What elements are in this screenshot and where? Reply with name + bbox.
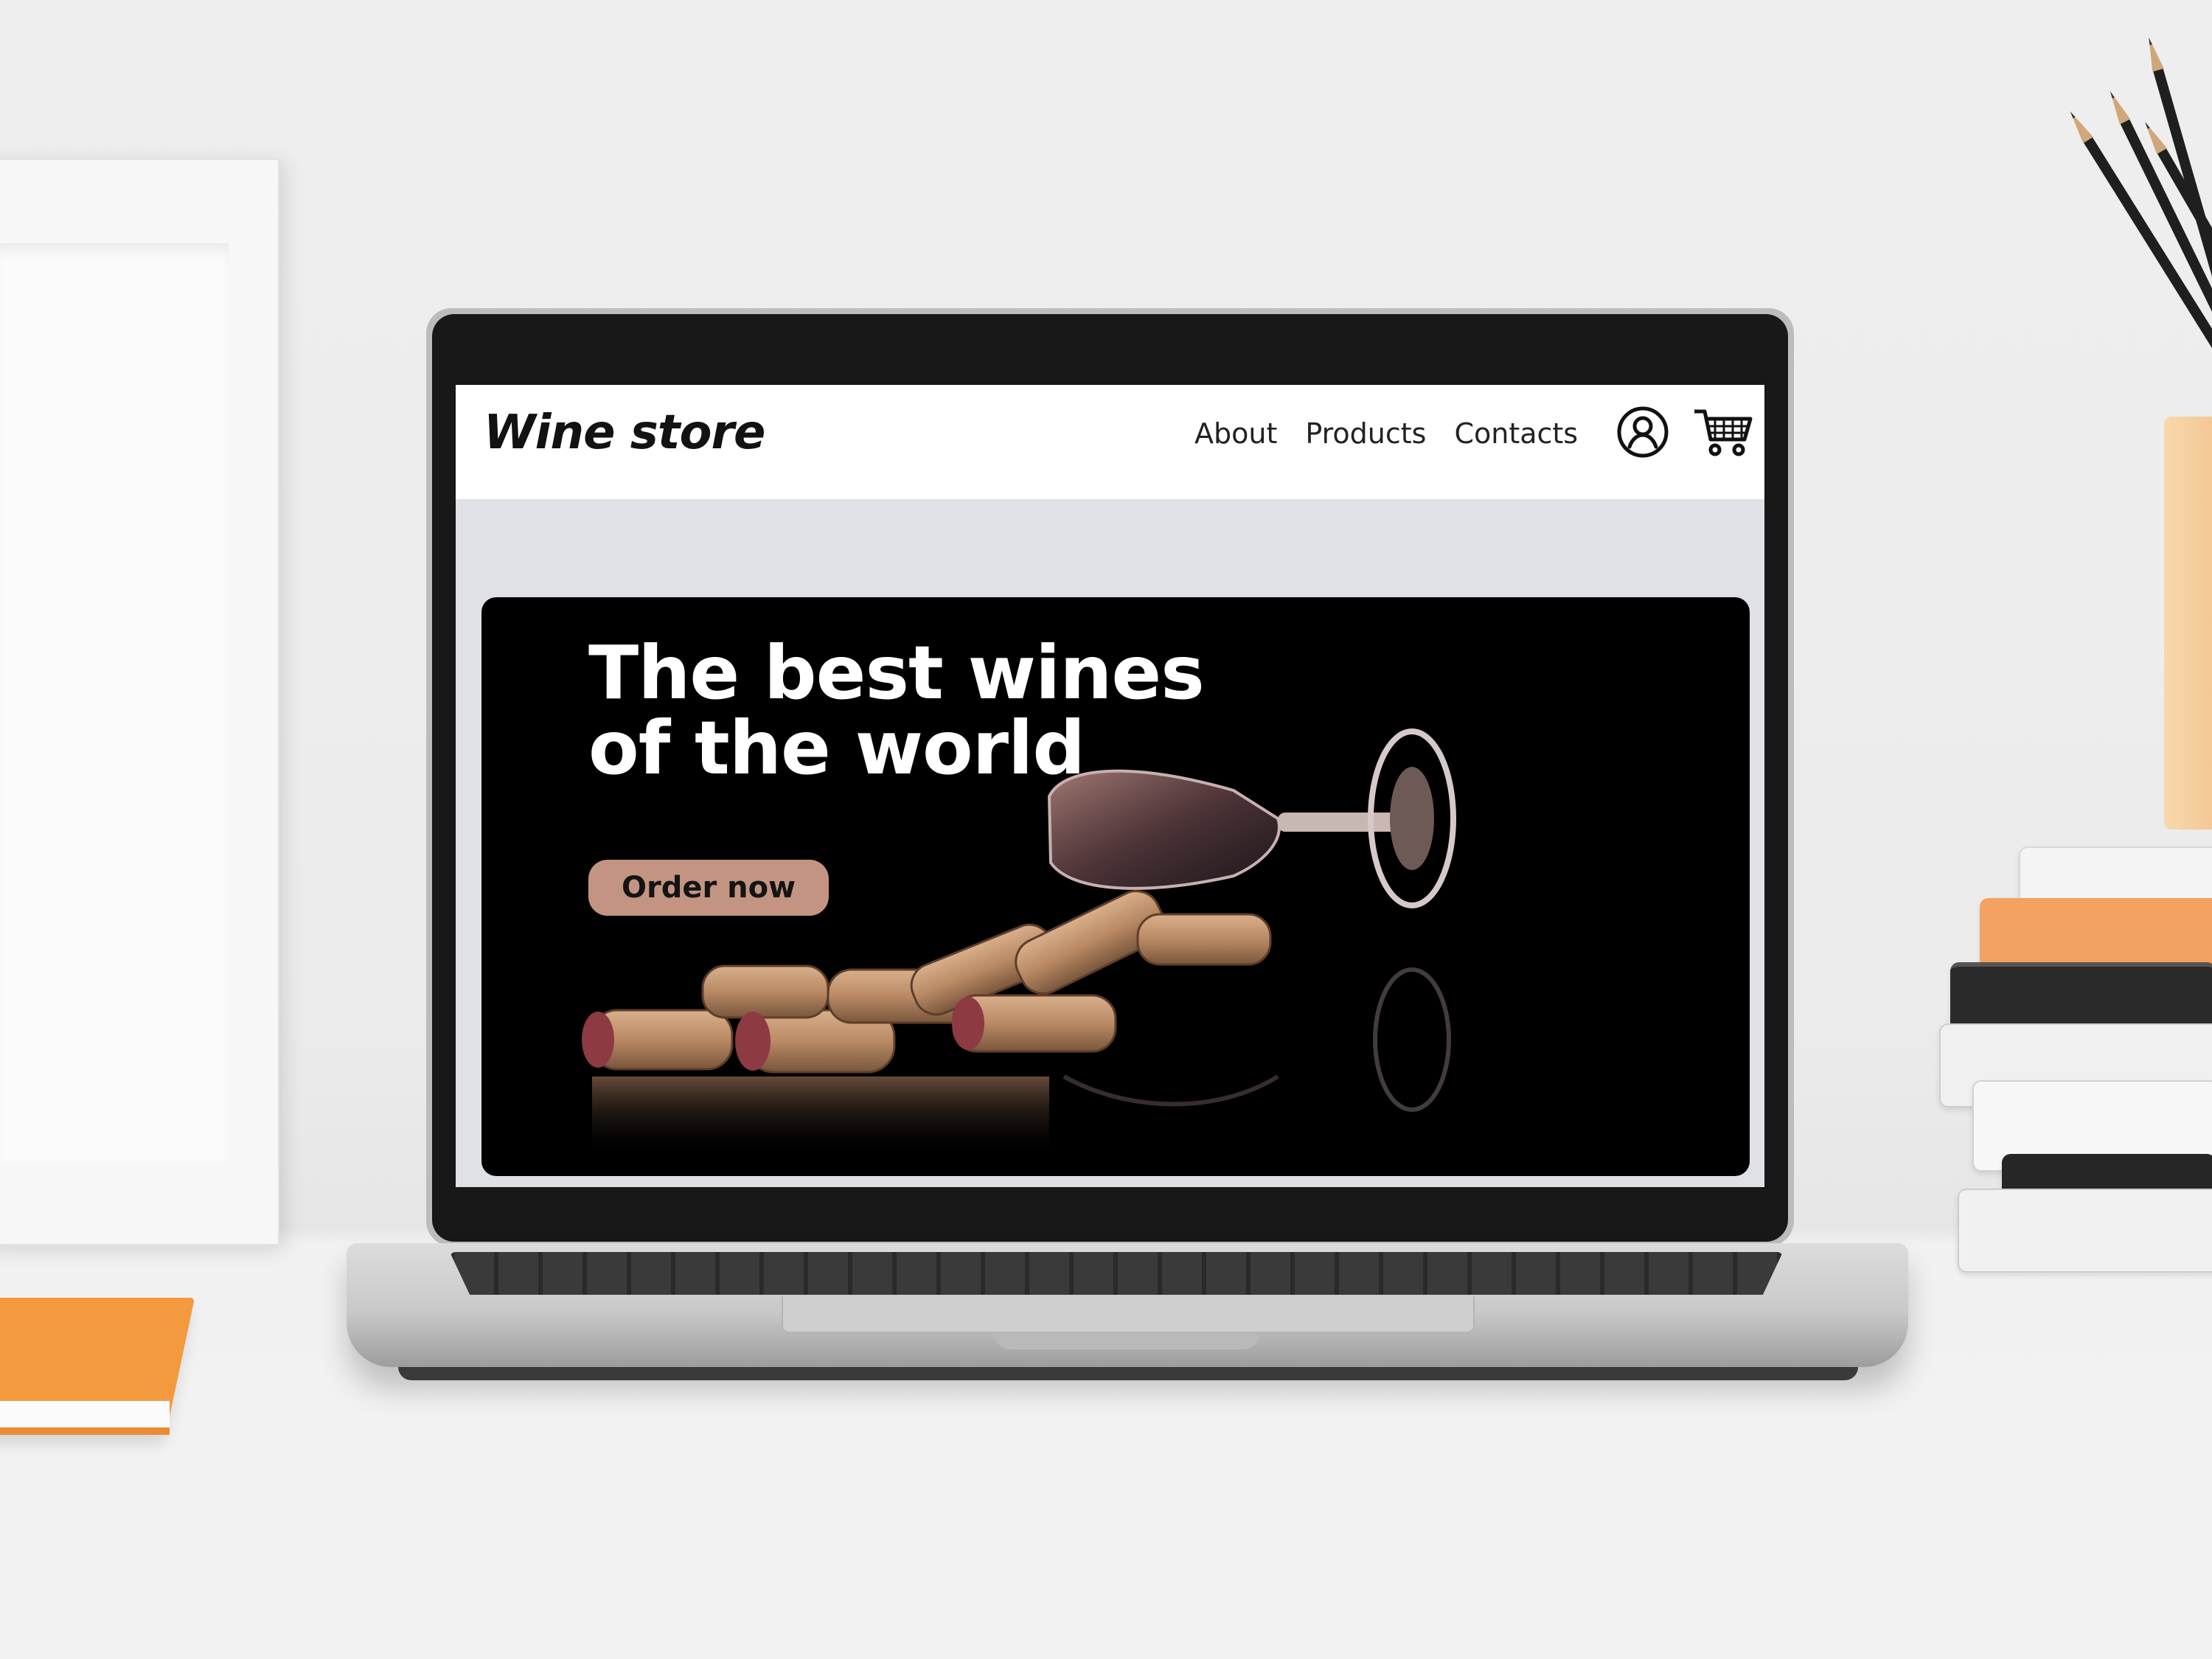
hero-headline: The best wines of the world <box>588 636 1205 786</box>
hero-banner: The best wines of the world Order now <box>481 597 1750 1176</box>
shopping-cart-icon[interactable] <box>1693 406 1753 459</box>
laptop-foot <box>398 1367 1858 1380</box>
nav-link-contacts[interactable]: Contacts <box>1454 417 1578 450</box>
site-logo[interactable]: Wine store <box>484 406 765 460</box>
main-nav: About Products Contacts <box>1194 417 1578 450</box>
pencil-holder <box>2164 417 2212 830</box>
nav-link-products[interactable]: Products <box>1305 417 1426 450</box>
laptop-notch <box>994 1333 1259 1349</box>
laptop-keyboard <box>450 1252 1783 1295</box>
hero-headline-line-2: of the world <box>588 705 1085 791</box>
hero-headline-line-1: The best wines <box>588 630 1205 716</box>
book-stack-item <box>1958 1189 2212 1273</box>
order-now-button[interactable]: Order now <box>588 860 829 916</box>
picture-frame-matting <box>0 243 229 1165</box>
laptop-screen: Wine store About Products Contacts The b… <box>456 385 1764 1187</box>
notebook-pages <box>0 1401 170 1435</box>
desk-scene: Wine store About Products Contacts The b… <box>0 0 2212 1659</box>
laptop-trackpad <box>782 1296 1475 1333</box>
site-header: Wine store About Products Contacts <box>456 385 1764 499</box>
nav-link-about[interactable]: About <box>1194 417 1277 450</box>
user-icon[interactable] <box>1616 406 1669 459</box>
